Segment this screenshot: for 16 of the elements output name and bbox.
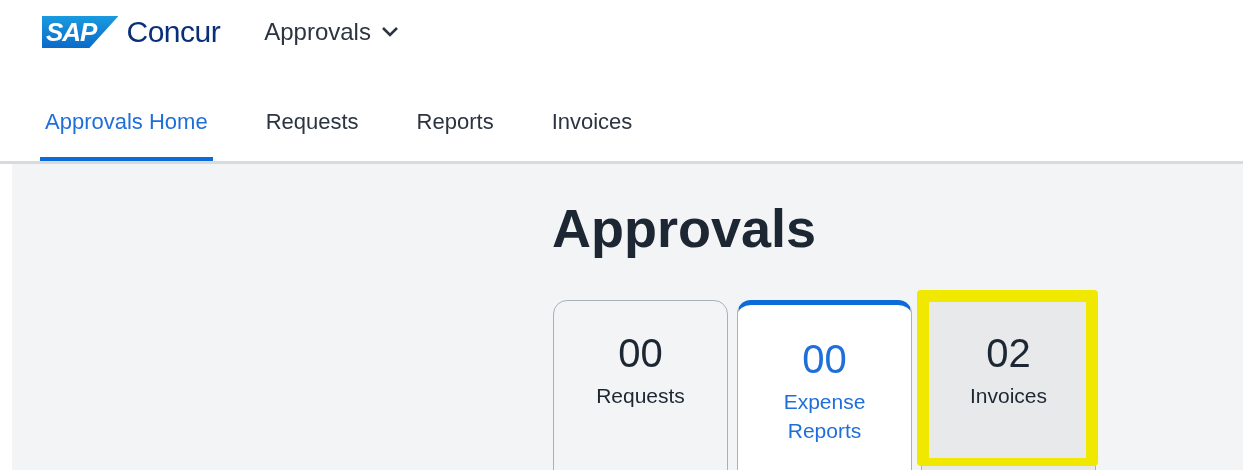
- logo-text: Concur: [126, 15, 221, 49]
- app-menu[interactable]: Approvals: [264, 18, 399, 46]
- nav-tab[interactable]: Reports: [411, 64, 499, 161]
- card-count: 00: [802, 336, 847, 383]
- nav-tab[interactable]: Requests: [260, 64, 364, 161]
- summary-card[interactable]: 00 Expense Reports: [737, 300, 912, 470]
- summary-card[interactable]: 00 Requests: [553, 300, 728, 470]
- card-count: 02: [986, 330, 1031, 377]
- card-label: Requests: [595, 383, 686, 409]
- nav-tab[interactable]: Invoices: [546, 64, 638, 161]
- page-title: Approvals: [552, 198, 817, 258]
- logo-mark: SAP: [42, 16, 119, 48]
- card-label: Expense Reports: [782, 389, 867, 444]
- chevron-down-icon: [380, 26, 399, 38]
- card-count: 00: [618, 330, 663, 377]
- card-label: Invoices: [968, 383, 1048, 409]
